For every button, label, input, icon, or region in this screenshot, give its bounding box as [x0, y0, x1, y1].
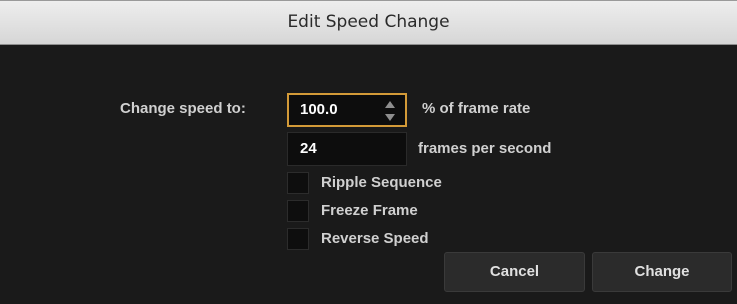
freeze-frame-checkbox[interactable] — [287, 200, 309, 222]
fps-input[interactable]: 24 — [287, 132, 407, 166]
fps-value: 24 — [300, 140, 317, 157]
stepper-down-arrow-icon[interactable] — [385, 114, 395, 121]
dialog-title: Edit Speed Change — [0, 1, 737, 45]
reverse-speed-label: Reverse Speed — [321, 230, 429, 247]
stepper-up-arrow-icon[interactable] — [385, 101, 395, 108]
ripple-sequence-label: Ripple Sequence — [321, 174, 442, 191]
reverse-speed-checkbox[interactable] — [287, 228, 309, 250]
speed-percent-value: 100.0 — [300, 101, 338, 118]
cancel-button[interactable]: Cancel — [444, 252, 585, 292]
up-down-stepper-icon[interactable] — [384, 101, 396, 121]
percent-frame-rate-label: % of frame rate — [422, 100, 531, 117]
freeze-frame-label: Freeze Frame — [321, 202, 418, 219]
speed-percent-input[interactable]: 100.0 — [287, 93, 407, 127]
change-speed-label: Change speed to: — [120, 100, 246, 117]
ripple-sequence-checkbox[interactable] — [287, 172, 309, 194]
frames-per-second-label: frames per second — [418, 140, 552, 157]
change-button[interactable]: Change — [592, 252, 732, 292]
edit-speed-change-dialog: Edit Speed Change Change speed to: 100.0… — [0, 0, 737, 304]
